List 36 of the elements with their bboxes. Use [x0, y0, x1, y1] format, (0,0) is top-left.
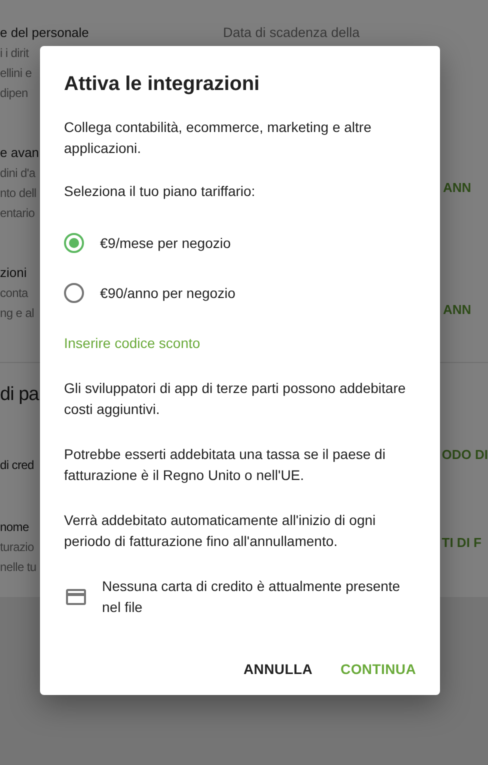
dialog-title: Attiva le integrazioni [64, 72, 261, 97]
setting-text: i i dirit [0, 45, 29, 62]
plan-label: Seleziona il tuo piano tariffario: [64, 182, 256, 201]
note-text: Gli sviluppatori di app di terze parti possono addebitare costi aggiuntivi. [64, 379, 407, 419]
setting-text: e avan [0, 144, 40, 162]
setting-text: e del personale [0, 24, 89, 42]
setting-text: turazio [0, 539, 34, 556]
radio-button[interactable] [64, 233, 84, 253]
credit-card-icon [66, 589, 86, 605]
setting-text: di cred [0, 457, 34, 474]
setting-text: nto dell [0, 185, 36, 202]
setting-text: nome [0, 519, 29, 536]
setting-text: ng e al [0, 305, 34, 322]
plan-option[interactable]: €9/mese per negozio [100, 235, 231, 251]
text-button[interactable]: ANN [443, 300, 472, 320]
column-header: Data di scadenza della [223, 25, 360, 40]
setting-text: conta [0, 285, 28, 302]
section-title: di pa [0, 383, 39, 407]
setting-text: dini d'a [0, 165, 36, 182]
discount-link[interactable]: Inserire codice sconto [64, 333, 200, 353]
card-notice: Nessuna carta di credito è attualmente presente nel file [102, 577, 402, 617]
setting-text: entario [0, 205, 35, 222]
dialog-button[interactable]: CONTINUA [332, 651, 424, 687]
plan-option[interactable]: €90/anno per negozio [100, 285, 236, 301]
setting-text: ellini e [0, 65, 32, 82]
text-button[interactable]: ANN [443, 178, 472, 198]
setting-text: dipen [0, 85, 28, 102]
setting-text: nelle tu [0, 559, 36, 576]
intro-text: Collega contabilità, ecommerce, marketing e altre applicazioni. [64, 118, 372, 158]
text-button[interactable]: TI DI F [442, 533, 482, 553]
text-button[interactable]: ODO DI [442, 445, 488, 465]
note-text: Potrebbe esserti addebitata una tassa se il paese di fatturazione è il Regno Unito o nell'UE. [64, 445, 386, 485]
note-text: Verrà addebitato automaticamente all'inizio di ogni periodo di fatturazione fino all'annullamento. [64, 511, 377, 551]
dialog-button[interactable]: ANNULLA [235, 651, 321, 687]
radio-button[interactable] [64, 283, 84, 303]
setting-text: zioni [0, 264, 27, 282]
